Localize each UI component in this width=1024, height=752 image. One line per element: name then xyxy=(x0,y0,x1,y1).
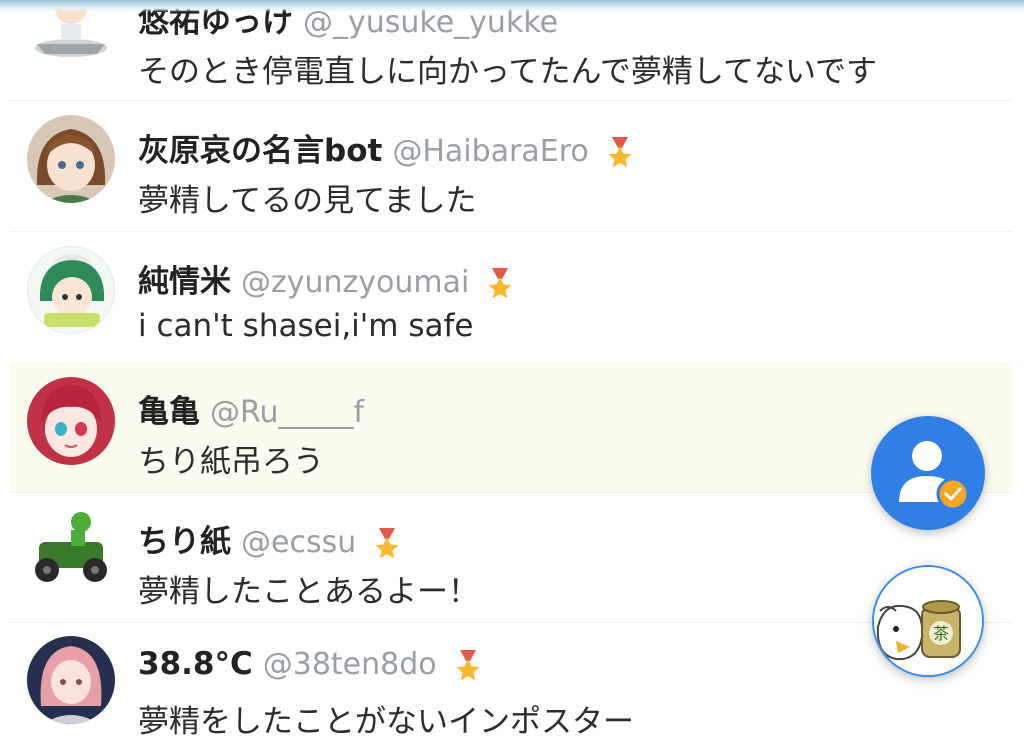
user-handle[interactable]: @38ten8do xyxy=(263,647,437,682)
display-name[interactable]: 38.8°C xyxy=(138,646,253,682)
display-name[interactable]: 灰原哀の名言bot xyxy=(138,133,382,169)
display-name[interactable]: 亀亀 xyxy=(138,394,200,430)
message-text: 夢精をしたことがないインポスター xyxy=(138,704,634,740)
avatar[interactable] xyxy=(27,377,115,465)
svg-text:茶: 茶 xyxy=(933,624,949,643)
list-item[interactable]: 灰原哀の名言bot @HaibaraEro 夢精してるの見てました xyxy=(10,101,1012,232)
display-name[interactable]: 純情米 xyxy=(138,264,231,300)
user-handle[interactable]: @zyunzyoumai xyxy=(241,265,469,300)
user-handle[interactable]: @ecssu xyxy=(241,525,356,560)
avatar[interactable] xyxy=(27,115,115,203)
message-text: ちり紙吊ろう xyxy=(138,444,324,480)
message-text: 夢精してるの見てました xyxy=(138,183,477,219)
display-name[interactable]: ちり紙 xyxy=(138,524,231,560)
list-item[interactable]: 亀亀 @Ru_____f ちり紙吊ろう xyxy=(10,362,1012,493)
user-handle[interactable]: @HaibaraEro xyxy=(392,134,588,169)
message-text: そのとき停電直しに向かってたんで夢精してないです xyxy=(138,54,878,90)
tea-bird-character-icon: 茶 xyxy=(874,567,982,675)
medal-icon xyxy=(485,267,515,300)
list-item[interactable]: ちり紙 @ecssu 夢精したことあるよー！ xyxy=(10,492,1012,623)
medal-icon xyxy=(453,649,483,682)
message-text: 夢精したことあるよー！ xyxy=(138,574,479,610)
avatar[interactable] xyxy=(27,246,115,334)
character-button[interactable]: 茶 xyxy=(872,565,984,677)
user-check-icon xyxy=(899,441,970,511)
list-item[interactable]: 悠祐ゆっけ @_yusuke_yukke そのとき停電直しに向かってたんで夢精して… xyxy=(10,0,1012,101)
top-header-edge xyxy=(0,0,1024,12)
message-text: i can't shasei,i'm safe xyxy=(138,308,474,344)
medal-icon xyxy=(605,136,635,169)
avatar[interactable] xyxy=(27,504,115,592)
medal-icon xyxy=(372,527,402,560)
list-item[interactable]: 純情米 @zyunzyoumai i can't shasei,i'm safe xyxy=(10,232,1012,363)
list-item[interactable]: 38.8°C @38ten8do 夢精をしたことがないインポスター xyxy=(10,622,1012,752)
avatar[interactable] xyxy=(27,636,115,724)
user-handle[interactable]: @Ru_____f xyxy=(210,395,364,430)
follow-status-button[interactable] xyxy=(871,416,985,530)
reply-list: 悠祐ゆっけ @_yusuke_yukke そのとき停電直しに向かってたんで夢精して… xyxy=(0,0,1024,740)
